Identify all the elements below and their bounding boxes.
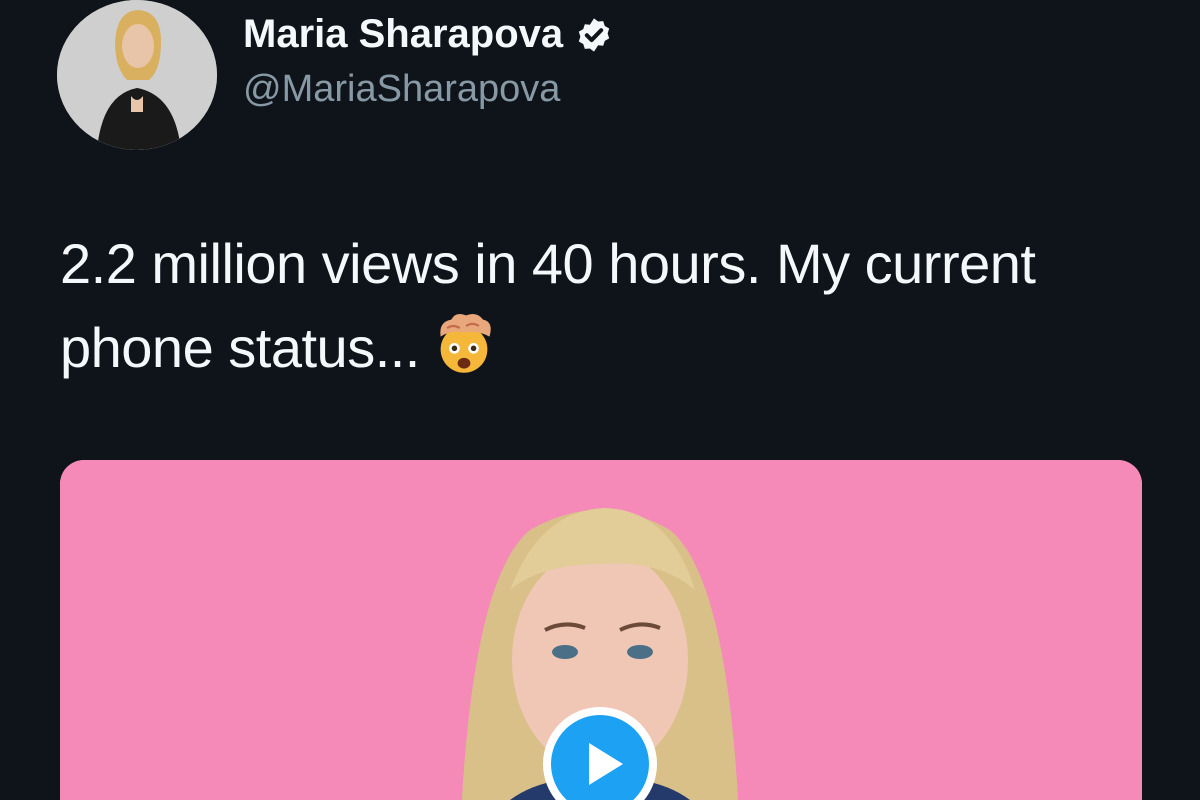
- display-name-text[interactable]: Maria Sharapova: [243, 12, 563, 57]
- verified-badge-icon: [578, 17, 610, 52]
- avatar[interactable]: [57, 0, 217, 150]
- user-handle[interactable]: @MariaSharapova: [243, 68, 560, 111]
- tweet-text-line-1: 2.2 million views in 40 hours. My curren…: [60, 232, 1036, 295]
- play-icon: [589, 743, 623, 785]
- tweet-card: Maria Sharapova @MariaSharapova 2.2 mill…: [0, 0, 1200, 800]
- tweet-text: 2.2 million views in 40 hours. My curren…: [60, 222, 1160, 390]
- tweet-text-line-2: phone status...: [60, 316, 420, 379]
- avatar-photo: [57, 0, 217, 150]
- exploding-head-emoji-icon: [440, 313, 491, 373]
- display-name[interactable]: Maria Sharapova: [243, 12, 613, 57]
